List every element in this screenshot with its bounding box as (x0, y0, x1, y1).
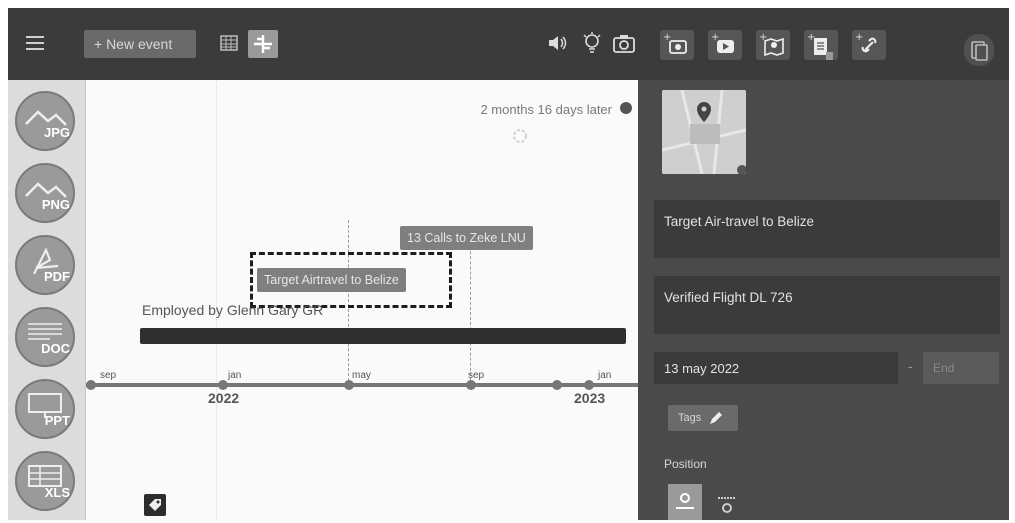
axis-marker (584, 380, 594, 390)
later-indicator: 2 months 16 days later (480, 102, 612, 117)
export-pdf-button[interactable]: PDF (14, 234, 76, 296)
timeline-view-icon[interactable] (248, 30, 278, 58)
export-png-button[interactable]: PNG (14, 162, 76, 224)
export-xls-button[interactable]: XLS (14, 450, 76, 512)
position-label: Position (664, 457, 707, 471)
format-label: DOC (41, 341, 70, 356)
export-ppt-button[interactable]: PPT (14, 378, 76, 440)
copy-icon[interactable] (964, 34, 994, 66)
format-label: PPT (44, 413, 70, 428)
tag-icon[interactable] (144, 494, 166, 516)
year-label: 2023 (574, 390, 606, 406)
axis-marker (218, 380, 228, 390)
add-photo-button[interactable]: + (660, 30, 694, 60)
svg-text:+: + (855, 32, 863, 43)
event-editor-panel: Target Air-travel to Belize Verified Fli… (638, 80, 1009, 520)
format-label: XLS (44, 485, 70, 500)
pdf-file-icon (15, 235, 75, 295)
format-label: JPG (43, 125, 70, 140)
hamburger-icon[interactable] (26, 36, 44, 50)
position-above-button[interactable] (668, 484, 702, 520)
event-title-field[interactable]: Target Air-travel to Belize (654, 200, 1000, 258)
event-selection[interactable]: Target Airtravel to Belize (250, 252, 452, 308)
location-map-thumbnail[interactable] (662, 90, 746, 174)
range-event-bar[interactable] (140, 328, 626, 344)
axis-marker (344, 380, 354, 390)
export-jpg-button[interactable]: JPG (14, 90, 76, 152)
above-icon (676, 493, 694, 509)
pencil-icon (710, 412, 722, 424)
format-label: PDF (44, 269, 70, 284)
xls-file-icon (15, 451, 75, 511)
image-file-icon (15, 163, 75, 223)
tick-label: jan (598, 370, 612, 381)
top-toolbar: + New event + + + + + (8, 8, 1009, 80)
tick-label: sep (100, 370, 117, 381)
axis-marker (466, 380, 476, 390)
add-video-button[interactable]: + (708, 30, 742, 60)
end-date-field[interactable]: End (923, 352, 999, 384)
event-description-field[interactable]: Verified Flight DL 726 (654, 276, 1000, 334)
event-label[interactable]: 13 Calls to Zeke LNU (400, 226, 533, 250)
lightbulb-icon[interactable] (582, 32, 602, 54)
tick-label: jan (228, 370, 242, 381)
tick-label: sep (468, 370, 485, 381)
axis-marker (552, 380, 562, 390)
format-label: PNG (41, 197, 70, 212)
image-file-icon (15, 91, 75, 151)
add-map-button[interactable]: + (756, 30, 790, 60)
speaker-icon[interactable] (546, 32, 568, 54)
camera-icon[interactable] (612, 32, 636, 54)
export-format-sidebar: JPG PNG PDF DOC PPT XLS (8, 80, 86, 520)
range-event-label[interactable]: Employed by Glenn Gary GR (142, 302, 323, 318)
doc-file-icon (15, 307, 75, 367)
tags-button[interactable]: Tags (668, 405, 738, 431)
date-separator: - (908, 358, 913, 374)
loading-spinner-icon (510, 126, 530, 146)
add-document-button[interactable]: + (804, 30, 838, 60)
app-window: + New event + + + + + JPG PNG PDF DOC PP… (8, 8, 1009, 520)
export-doc-button[interactable]: DOC (14, 306, 76, 368)
event-connector (470, 236, 471, 386)
position-below-button[interactable] (710, 484, 744, 520)
event-label-selected[interactable]: Target Airtravel to Belize (257, 268, 406, 292)
add-link-button[interactable]: + (852, 30, 886, 60)
calendar-grid-icon[interactable] (220, 34, 238, 52)
new-event-button[interactable]: + New event (84, 30, 196, 58)
axis-marker (86, 380, 96, 390)
tick-label: may (352, 370, 371, 381)
tags-label: Tags (678, 412, 702, 424)
ppt-file-icon (15, 379, 75, 439)
gridline (216, 80, 217, 520)
below-icon (718, 497, 736, 513)
timeline-canvas[interactable]: 2 months 16 days later 13 Calls to Zeke … (86, 80, 638, 520)
navigate-later-icon[interactable] (620, 102, 632, 114)
year-label: 2022 (208, 390, 240, 406)
start-date-field[interactable]: 13 may 2022 (654, 352, 898, 384)
